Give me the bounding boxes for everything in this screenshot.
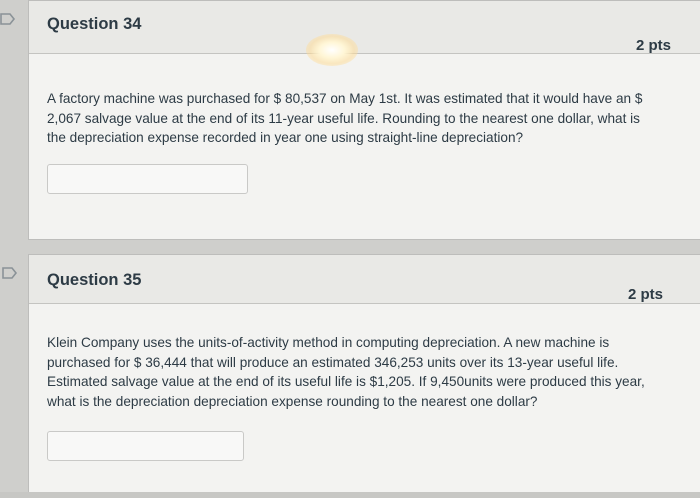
- question-35-text: Klein Company uses the units-of-activity…: [47, 333, 692, 411]
- question-35-answer-input[interactable]: [47, 431, 244, 461]
- question-34-text: A factory machine was purchased for $ 80…: [47, 89, 692, 148]
- question-34-card: Question 34 2 pts A factory machine was …: [28, 0, 700, 240]
- question-34-answer-input[interactable]: [47, 164, 248, 194]
- flag-question-34-icon[interactable]: [0, 12, 16, 26]
- camera-glare: [306, 34, 358, 66]
- question-34-text-line: A factory machine was purchased for $ 80…: [47, 91, 643, 106]
- question-34-title: Question 34: [47, 15, 142, 33]
- question-34-text-line: the depreciation expense recorded in yea…: [47, 130, 524, 145]
- question-34-points: 2 pts: [635, 37, 671, 54]
- question-35-title: Question 35: [47, 271, 142, 289]
- question-35-text-line: Estimated salvage value at the end of it…: [47, 374, 645, 389]
- question-35-text-line: purchased for $ 36,444 that will produce…: [47, 354, 619, 370]
- question-35-text-line: what is the depreciation depreciation ex…: [47, 393, 538, 409]
- flag-question-35-icon[interactable]: [2, 266, 18, 280]
- question-34-text-line: 2,067 salvage value at the end of its 11…: [47, 110, 640, 126]
- question-35-card: Question 35 2 pts Klein Company uses the…: [28, 254, 700, 494]
- question-35-points: 2 pts: [627, 286, 663, 303]
- page-bottom-edge: [0, 492, 700, 498]
- question-35-text-line: Klein Company uses the units-of-activity…: [47, 335, 610, 350]
